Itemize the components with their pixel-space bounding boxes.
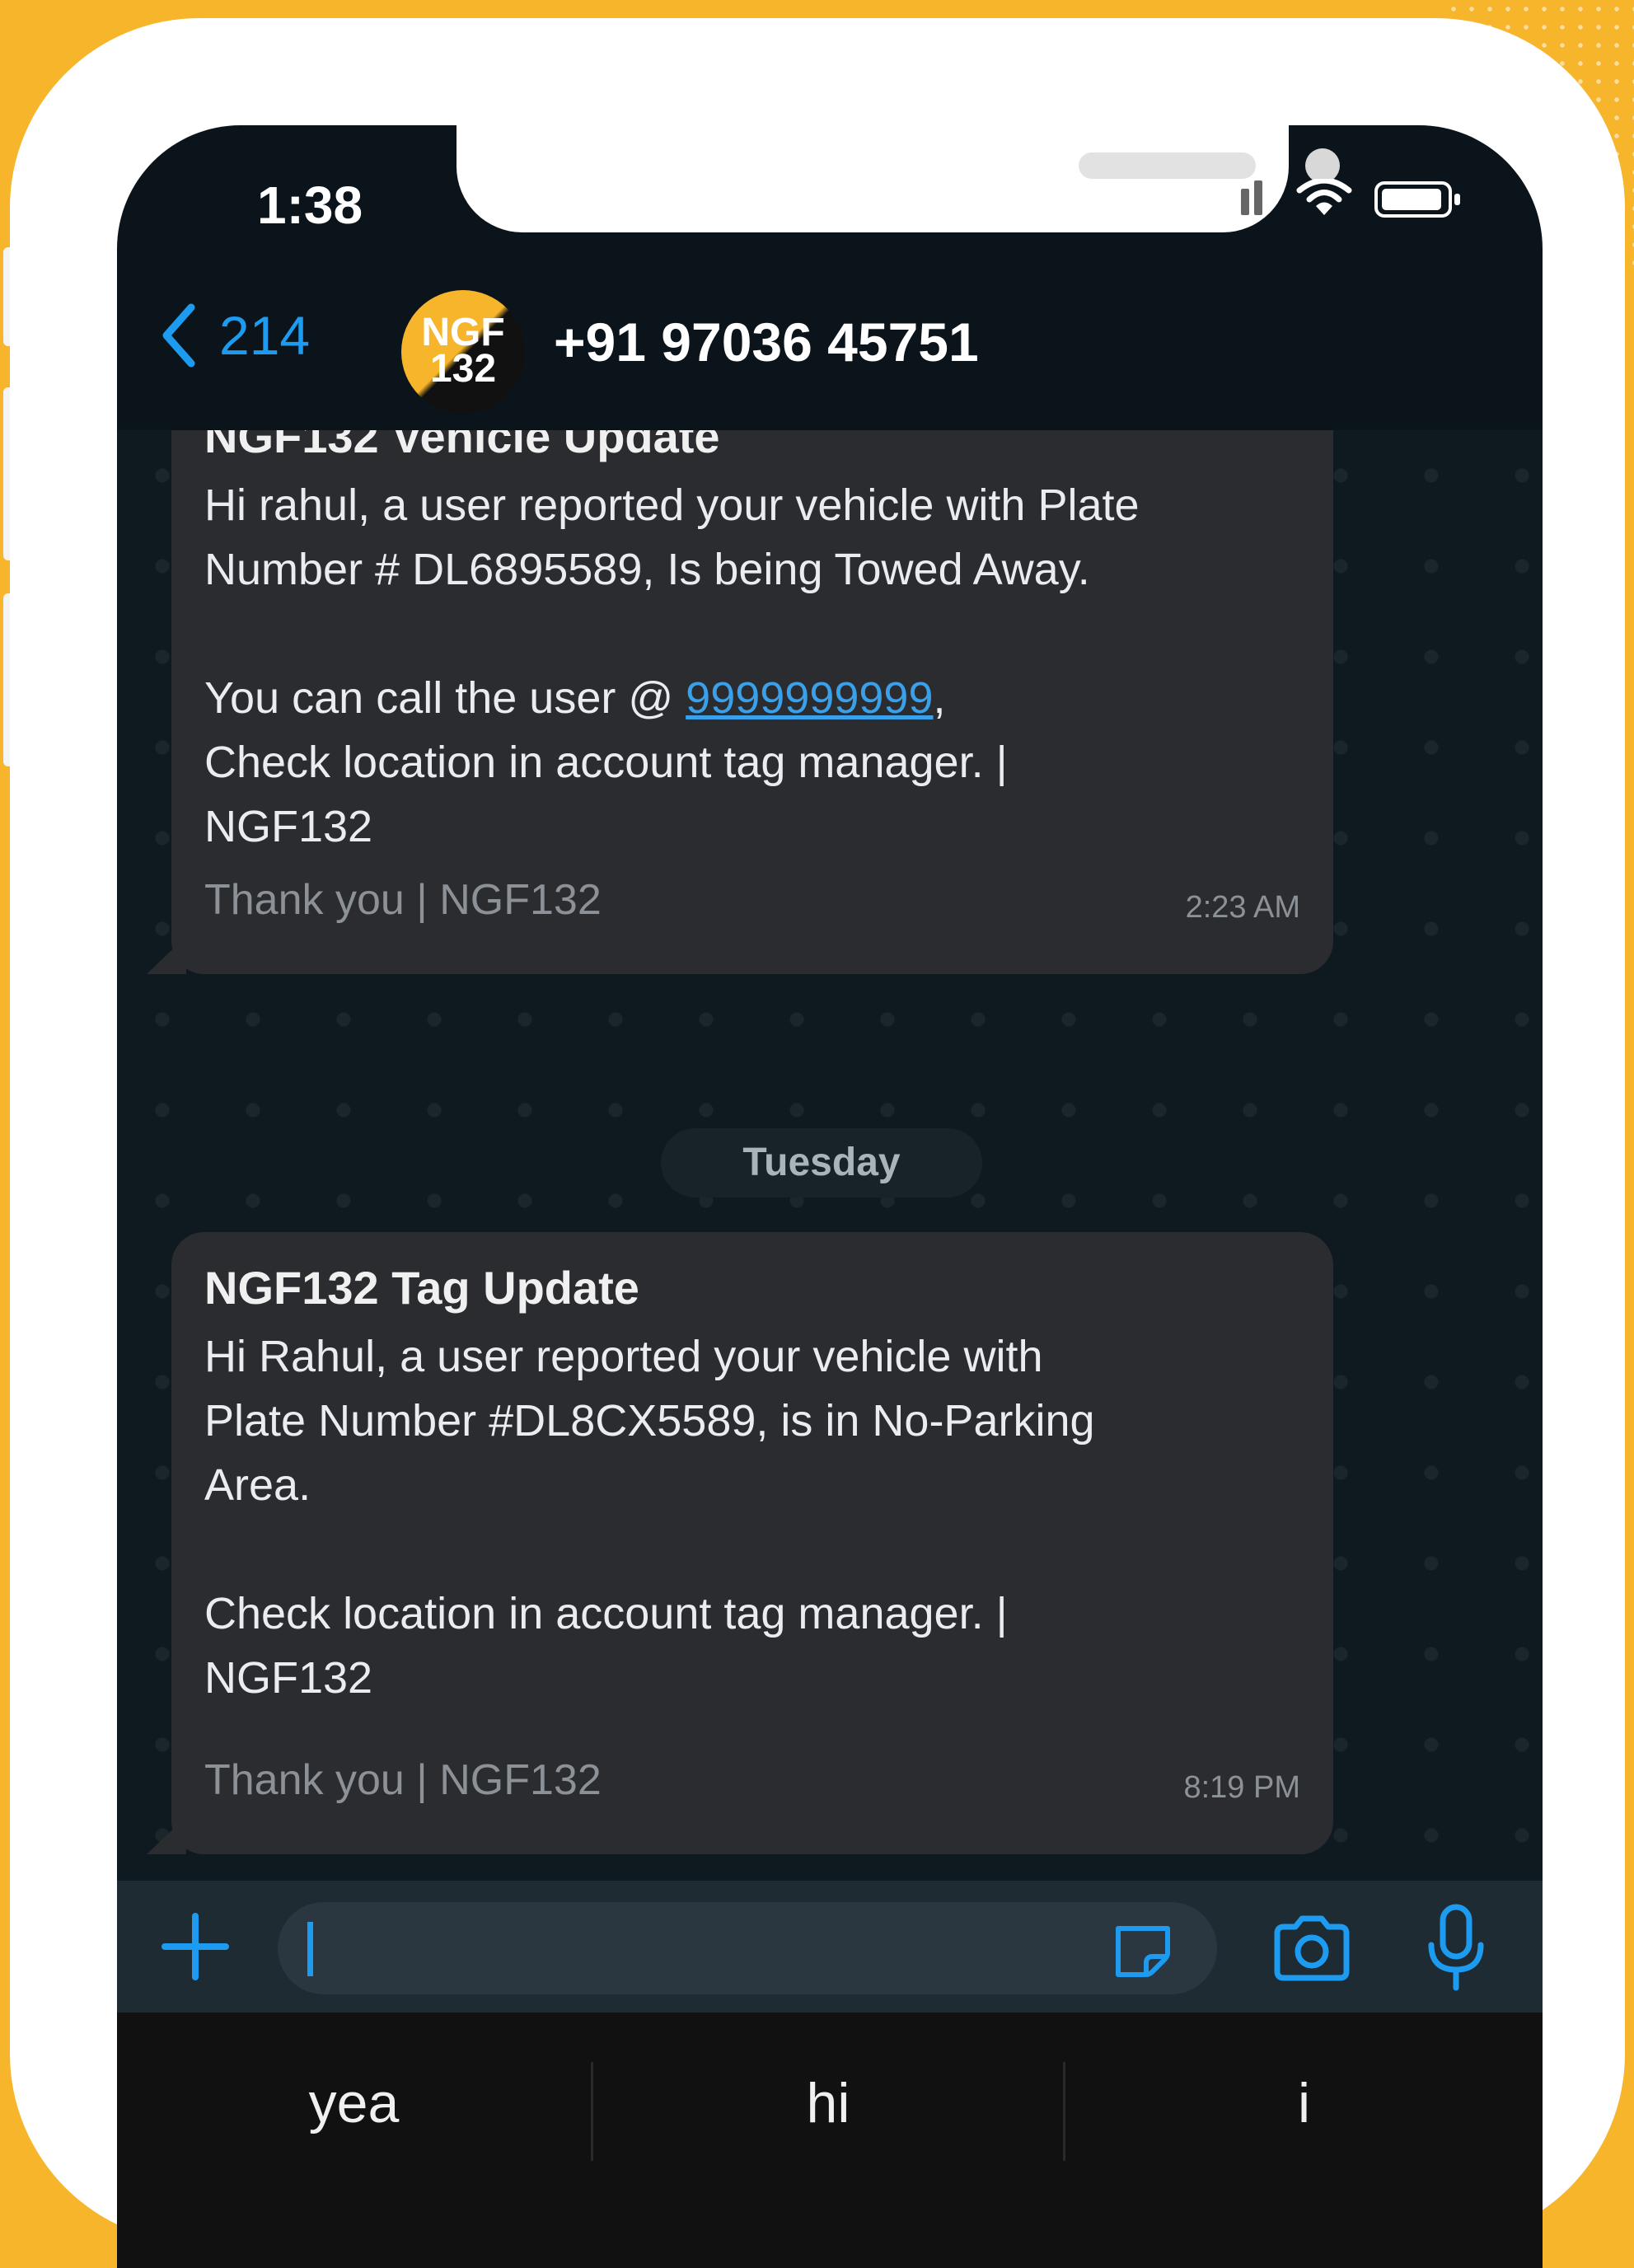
phone-screen: 1:38 214 NGF 132 +91 97036 45751 NGF132 … <box>117 125 1543 2268</box>
message-title: NGF132 Vehicle Update <box>204 430 720 462</box>
signal-icon <box>1215 180 1262 215</box>
contact-name[interactable]: +91 97036 45751 <box>554 311 979 373</box>
compose-bar <box>117 1881 1543 2013</box>
wifi-icon <box>1296 179 1352 215</box>
microphone-icon[interactable] <box>1423 1904 1489 1994</box>
camera-icon[interactable] <box>1271 1915 1353 1981</box>
text-caret <box>307 1922 313 1976</box>
avatar-text-line2: 132 <box>429 347 497 391</box>
back-button[interactable]: 214 <box>158 298 310 373</box>
message-text: Hi rahul, a user reported your vehicle w… <box>204 480 1140 723</box>
message-body: Hi Rahul, a user reported your vehicle w… <box>204 1332 1095 1703</box>
message-title: NGF132 Tag Update <box>204 1262 639 1314</box>
unread-count: 214 <box>219 305 311 366</box>
contact-avatar[interactable]: NGF 132 <box>401 290 525 414</box>
message-time: 2:23 AM <box>1185 890 1300 925</box>
chat-header: 214 NGF 132 +91 97036 45751 <box>117 265 1543 430</box>
bubble-tail <box>147 1816 186 1854</box>
suggestion-item[interactable]: yea <box>117 2062 591 2144</box>
message-input[interactable] <box>278 1902 1217 1994</box>
message-time: 8:19 PM <box>1183 1770 1300 1805</box>
sticker-icon[interactable] <box>1110 1920 1176 1978</box>
battery-icon <box>1374 181 1460 218</box>
phone-frame: 1:38 214 NGF 132 +91 97036 45751 NGF132 … <box>10 18 1625 2268</box>
date-separator: Tuesday <box>661 1128 982 1197</box>
chevron-left-icon <box>162 303 195 368</box>
suggestion-item[interactable]: hi <box>593 2062 1063 2144</box>
speaker-grille <box>1079 152 1256 179</box>
message-bubble[interactable]: NGF132 Vehicle Update Hi rahul, a user r… <box>147 430 1333 974</box>
chat-area[interactable]: NGF132 Vehicle Update Hi rahul, a user r… <box>117 430 1543 1881</box>
front-camera <box>1305 148 1340 183</box>
bubble-tail <box>147 936 186 974</box>
plus-icon[interactable] <box>158 1910 232 1984</box>
keyboard-suggestions: yea hi i <box>117 2013 1543 2268</box>
status-time: 1:38 <box>257 176 363 235</box>
message-footer: Thank you | NGF132 <box>204 876 602 924</box>
phone-link[interactable]: 9999999999 <box>686 673 933 723</box>
message-body: Hi rahul, a user reported your vehicle w… <box>204 473 1309 859</box>
suggestion-item[interactable]: i <box>1065 2062 1543 2144</box>
message-bubble[interactable]: NGF132 Tag Update Hi Rahul, a user repor… <box>147 1232 1333 1854</box>
notch <box>456 125 1340 232</box>
message-footer: Thank you | NGF132 <box>204 1756 602 1804</box>
